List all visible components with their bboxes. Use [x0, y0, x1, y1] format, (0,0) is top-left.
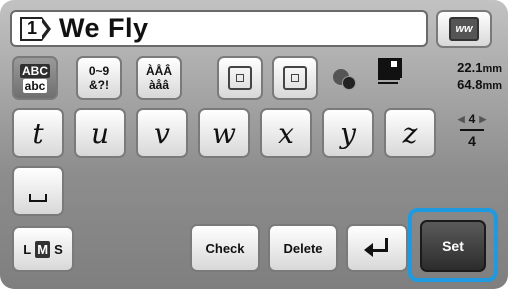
frame-select-button-1[interactable]	[217, 56, 263, 100]
page-next-icon[interactable]: ▶	[479, 114, 486, 125]
page-prev-icon[interactable]: ◀	[458, 114, 465, 125]
page-total: 4	[468, 133, 476, 149]
size-m-label: M	[35, 240, 51, 258]
pattern-size-icon	[378, 58, 406, 94]
category-label-top: 0~9	[88, 64, 110, 78]
space-key[interactable]	[12, 166, 64, 216]
enter-button[interactable]	[346, 224, 408, 272]
key-z[interactable]: z	[384, 108, 436, 158]
delete-button[interactable]: Delete	[268, 224, 338, 272]
enter-icon	[364, 238, 390, 258]
size-unit: mm	[482, 80, 502, 92]
check-button[interactable]: Check	[190, 224, 260, 272]
size-l-label: L	[23, 241, 32, 257]
size-height-value: 64.8	[457, 77, 483, 92]
key-x[interactable]: x	[260, 108, 312, 158]
category-alphabet-button[interactable]: ABC abc	[12, 56, 58, 100]
key-y[interactable]: y	[322, 108, 374, 158]
embroidery-frame-icon	[228, 66, 252, 90]
category-label-top: ÀÅÂ	[146, 64, 172, 78]
page-indicator[interactable]: ◀ 4 ▶ 4	[446, 112, 498, 158]
embroidery-frame-icon	[283, 66, 307, 90]
preview-icon: ww	[449, 17, 479, 41]
size-width-value: 22.1	[457, 60, 483, 75]
category-accented-button[interactable]: ÀÅÂ àåâ	[136, 56, 182, 100]
set-button[interactable]: Set	[420, 220, 486, 272]
size-unit: mm	[482, 63, 502, 75]
preview-button[interactable]: ww	[436, 10, 492, 48]
text-value: We Fly	[59, 13, 149, 43]
letter-size-toggle[interactable]: L M S	[12, 226, 74, 272]
slot-arrow-icon	[40, 16, 51, 41]
frame-select-button-2[interactable]	[272, 56, 318, 100]
category-numbers-symbols-button[interactable]: 0~9 &?!	[76, 56, 122, 100]
size-s-label: S	[54, 241, 63, 257]
key-t[interactable]: t	[12, 108, 64, 158]
preview-icon-label: ww	[455, 23, 473, 35]
thread-spool-icon	[333, 67, 356, 90]
space-icon	[29, 194, 47, 202]
page-divider	[460, 129, 484, 131]
key-w[interactable]: w	[198, 108, 250, 158]
pattern-size-readout: 22.1mm 64.8mm	[416, 60, 502, 94]
category-label-top: ABC	[20, 63, 50, 78]
embroidery-text-screen: 1 We Fly ww ABC abc 0~9 &?! ÀÅÂ àåâ 22.1…	[0, 0, 508, 289]
page-current: 4	[468, 112, 476, 126]
key-u[interactable]: u	[74, 108, 126, 158]
key-v[interactable]: v	[136, 108, 188, 158]
category-label-bottom: &?!	[89, 78, 109, 92]
slot-number: 1	[20, 16, 42, 41]
category-label-bottom: abc	[22, 78, 48, 93]
text-input-field[interactable]: 1 We Fly	[10, 10, 428, 47]
category-label-bottom: àåâ	[148, 78, 170, 92]
